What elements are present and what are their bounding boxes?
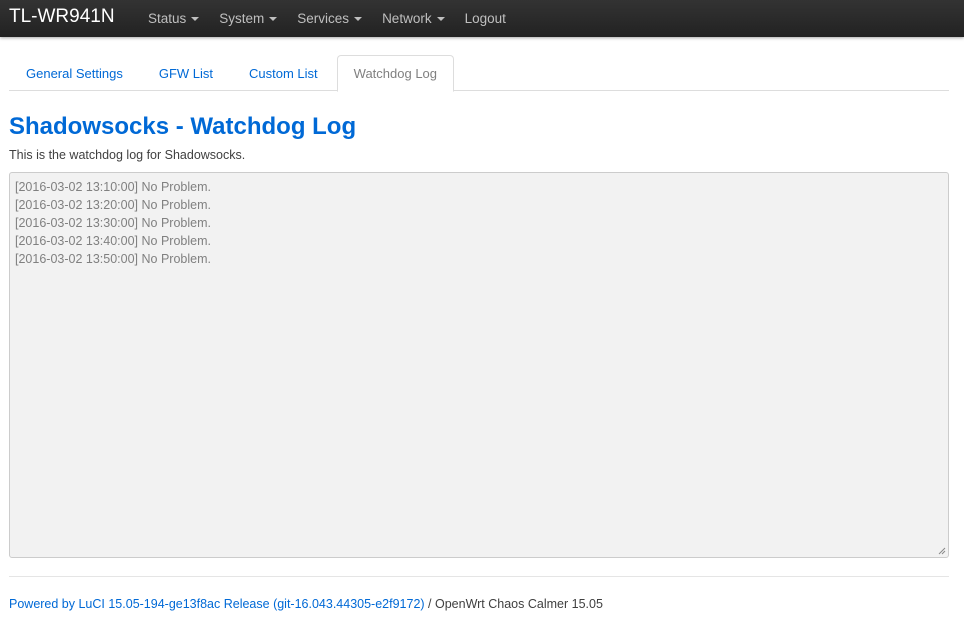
main-nav: Status System Services Network Logout [138, 0, 516, 37]
resize-grip-icon[interactable] [938, 547, 946, 555]
chevron-down-icon [191, 17, 200, 21]
chevron-down-icon [436, 17, 445, 21]
top-navbar: TL-WR941N Status System Services Network… [0, 0, 964, 37]
nav-status-label: Status [148, 10, 187, 26]
nav-services-menu[interactable]: Services [287, 0, 372, 37]
openwrt-version-text: / OpenWrt Chaos Calmer 15.05 [424, 597, 603, 611]
nav-network-menu[interactable]: Network [372, 0, 455, 37]
log-line: [2016-03-02 13:30:00] No Problem. [15, 216, 211, 230]
tab-gfw-list[interactable]: GFW List [142, 55, 230, 91]
nav-network-label: Network [382, 10, 432, 26]
nav-services-label: Services [297, 10, 350, 26]
footer: Powered by LuCI 15.05-194-ge13f8ac Relea… [9, 596, 603, 612]
chevron-down-icon [269, 17, 278, 21]
log-line: [2016-03-02 13:50:00] No Problem. [15, 252, 211, 266]
tab-custom-list[interactable]: Custom List [232, 55, 335, 91]
nav-system-label: System [219, 10, 265, 26]
log-line: [2016-03-02 13:20:00] No Problem. [15, 198, 211, 212]
log-line: [2016-03-02 13:10:00] No Problem. [15, 180, 211, 194]
footer-divider [9, 576, 949, 577]
nav-logout-link[interactable]: Logout [455, 0, 516, 37]
log-line: [2016-03-02 13:40:00] No Problem. [15, 234, 211, 248]
chevron-down-icon [354, 17, 363, 21]
settings-tabs: General Settings GFW List Custom List Wa… [9, 55, 949, 92]
brand-title[interactable]: TL-WR941N [9, 5, 115, 29]
watchdog-log-textarea[interactable]: [2016-03-02 13:10:00] No Problem. [2016-… [9, 172, 949, 558]
luci-version-link[interactable]: Powered by LuCI 15.05-194-ge13f8ac Relea… [9, 597, 425, 611]
nav-status-menu[interactable]: Status [138, 0, 209, 37]
tab-general-settings[interactable]: General Settings [9, 55, 140, 91]
nav-system-menu[interactable]: System [209, 0, 287, 37]
tab-watchdog-log[interactable]: Watchdog Log [336, 55, 455, 92]
page-description: This is the watchdog log for Shadowsocks… [9, 148, 246, 162]
nav-logout-label: Logout [464, 10, 506, 26]
page-title: Shadowsocks - Watchdog Log [9, 113, 357, 140]
